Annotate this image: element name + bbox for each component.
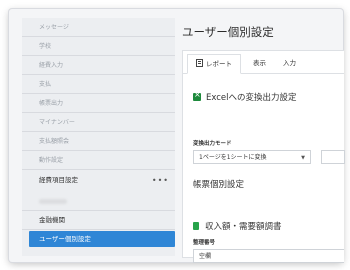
tab-label: 入力 xyxy=(283,59,296,67)
doc-heading: 収入額・需要額調書 xyxy=(193,214,282,233)
tab-display[interactable]: 表示 xyxy=(245,54,274,72)
sidebar-item-label: 帳票出力 xyxy=(39,100,64,107)
excel-section-heading: Excelへの変換出力設定 xyxy=(193,85,297,104)
document-icon xyxy=(196,59,203,67)
mode-select-value: 1ページを1シートに変換 xyxy=(199,154,267,161)
sidebar-item-label: 学校 xyxy=(39,43,52,50)
sidebar-item-user-settings[interactable]: ユーザー個別設定 xyxy=(29,231,175,247)
blurred-subitem xyxy=(39,199,67,204)
sidebar-item-label: 経費項目設定 xyxy=(39,176,78,184)
doc-heading-text: 収入額・需要額調書 xyxy=(205,222,282,232)
mode-select[interactable]: 1ページを1シートに変換 ▼ xyxy=(193,150,311,164)
sidebar-item-expense-input[interactable]: 経費入力 xyxy=(22,56,175,75)
main-content: ユーザー個別設定 レポート 表示 入力 Excelへの変換出力設定 変換出力モー… xyxy=(176,18,345,263)
page-title: ユーザー個別設定 xyxy=(182,25,274,39)
sidebar-item-label: 支払 xyxy=(39,81,52,88)
sidebar-item-operation-settings[interactable]: 動作設定 xyxy=(22,151,175,170)
mode-label: 変換出力モード xyxy=(193,141,232,147)
form-settings-heading: 帳票個別設定 xyxy=(193,180,245,190)
sidebar-item-my-number[interactable]: マイナンバー xyxy=(22,113,175,132)
tab-label: レポート xyxy=(206,60,232,68)
tab-bar: レポート 表示 入力 xyxy=(183,51,344,74)
excel-heading-text: Excelへの変換出力設定 xyxy=(206,93,297,103)
sidebar-item-school[interactable]: 学校 xyxy=(22,37,175,56)
sidebar-item-messages[interactable]: メッセージ xyxy=(22,18,175,37)
field-label: 整理番号 xyxy=(193,240,216,246)
sidebar-item-label: ユーザー個別設定 xyxy=(39,235,91,243)
extra-button[interactable] xyxy=(321,150,345,164)
sidebar-item-label: マイナンバー xyxy=(39,119,75,126)
tab-label: 表示 xyxy=(253,59,266,67)
tab-report[interactable]: レポート xyxy=(187,54,241,74)
settings-panel: レポート 表示 入力 Excelへの変換出力設定 変換出力モード 1ページを1シ… xyxy=(182,50,345,263)
sidebar-item-financial-institution[interactable]: 金融機関 xyxy=(22,211,175,230)
sidebar-item-payment-inquiry[interactable]: 支払額照会 xyxy=(22,132,175,151)
sidebar-item-label: 経費入力 xyxy=(39,62,64,69)
reference-number-value: 空欄 xyxy=(199,253,212,260)
sidebar: メッセージ 学校 経費入力 支払 帳票出力 マイナンバー 支払額照会 動作設定 … xyxy=(22,18,175,256)
sidebar-item-label: 動作設定 xyxy=(39,157,64,164)
sidebar-item-label: 支払額照会 xyxy=(39,138,70,145)
sidebar-item-form-output[interactable]: 帳票出力 xyxy=(22,94,175,113)
sidebar-item-label: メッセージ xyxy=(39,24,69,31)
document-green-icon xyxy=(193,222,199,230)
excel-icon xyxy=(193,90,201,101)
more-icon[interactable]: ••• xyxy=(152,171,169,190)
caret-down-icon: ▼ xyxy=(301,155,305,161)
reference-number-field[interactable]: 空欄 xyxy=(193,249,344,263)
tab-input[interactable]: 入力 xyxy=(275,54,304,72)
sidebar-item-label: 金融機関 xyxy=(39,216,65,224)
sidebar-item-expense-item-settings[interactable]: 経費項目設定 ••• xyxy=(22,171,175,211)
sidebar-item-payment[interactable]: 支払 xyxy=(22,75,175,94)
